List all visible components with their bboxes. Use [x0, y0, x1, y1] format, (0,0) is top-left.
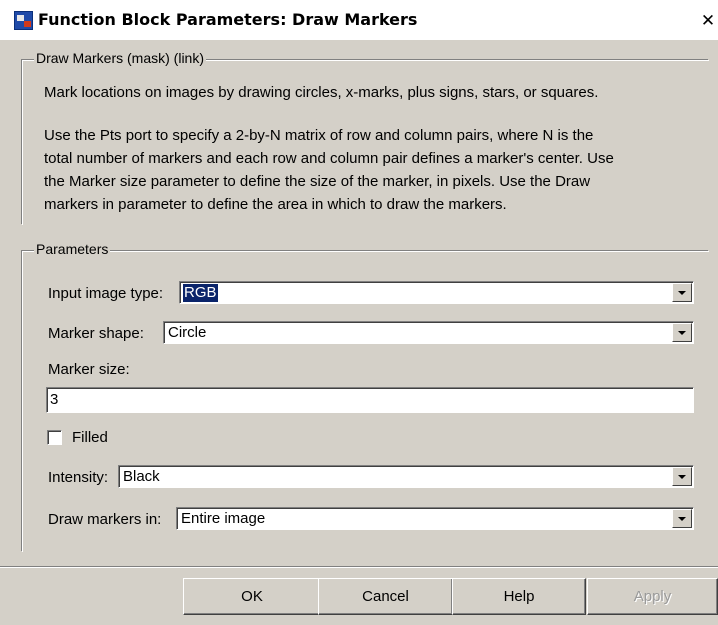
button-separator	[0, 566, 718, 567]
description-line-1: Mark locations on images by drawing circ…	[44, 84, 599, 101]
intensity-label: Intensity:	[48, 469, 109, 486]
marker-size-value: 3	[50, 391, 59, 408]
marker-size-input[interactable]: 3	[46, 387, 694, 413]
window-title: Function Block Parameters: Draw Markers	[38, 10, 418, 29]
intensity-value: Black	[123, 468, 160, 485]
draw-markers-in-select[interactable]: Entire image	[176, 507, 694, 530]
close-icon: ✕	[700, 11, 716, 31]
input-image-type-value: RGB	[183, 284, 218, 302]
marker-shape-label: Marker shape:	[48, 325, 144, 342]
filled-label: Filled	[72, 429, 108, 446]
cancel-button[interactable]: Cancel	[318, 578, 453, 615]
draw-markers-in-label: Draw markers in:	[48, 511, 162, 528]
close-button[interactable]: ✕	[698, 10, 718, 32]
chevron-down-icon[interactable]	[672, 283, 692, 302]
apply-button[interactable]: Apply	[587, 578, 718, 615]
intensity-select[interactable]: Black	[118, 465, 694, 488]
ok-button[interactable]: OK	[183, 578, 321, 615]
marker-shape-select[interactable]: Circle	[163, 321, 694, 344]
help-button[interactable]: Help	[452, 578, 586, 615]
title-bar: Function Block Parameters: Draw Markers …	[0, 0, 718, 40]
parameters-group-title: Parameters	[34, 241, 111, 257]
draw-markers-in-value: Entire image	[181, 510, 266, 527]
chevron-down-icon[interactable]	[672, 509, 692, 528]
description-line-4: total number of markers and each row and…	[44, 150, 614, 167]
marker-size-label: Marker size:	[48, 361, 130, 378]
description-line-3: Use the Pts port to specify a 2-by-N mat…	[44, 127, 594, 144]
description-group-title: Draw Markers (mask) (link)	[34, 50, 206, 66]
description-line-6: markers in parameter to define the area …	[44, 196, 507, 213]
input-image-type-label: Input image type:	[48, 285, 164, 302]
filled-checkbox[interactable]	[47, 430, 62, 445]
input-image-type-select[interactable]: RGB	[179, 281, 694, 304]
description-line-5: the Marker size parameter to define the …	[44, 173, 591, 190]
simulink-block-icon	[14, 11, 33, 30]
chevron-down-icon[interactable]	[672, 467, 692, 486]
chevron-down-icon[interactable]	[672, 323, 692, 342]
marker-shape-value: Circle	[168, 324, 207, 341]
